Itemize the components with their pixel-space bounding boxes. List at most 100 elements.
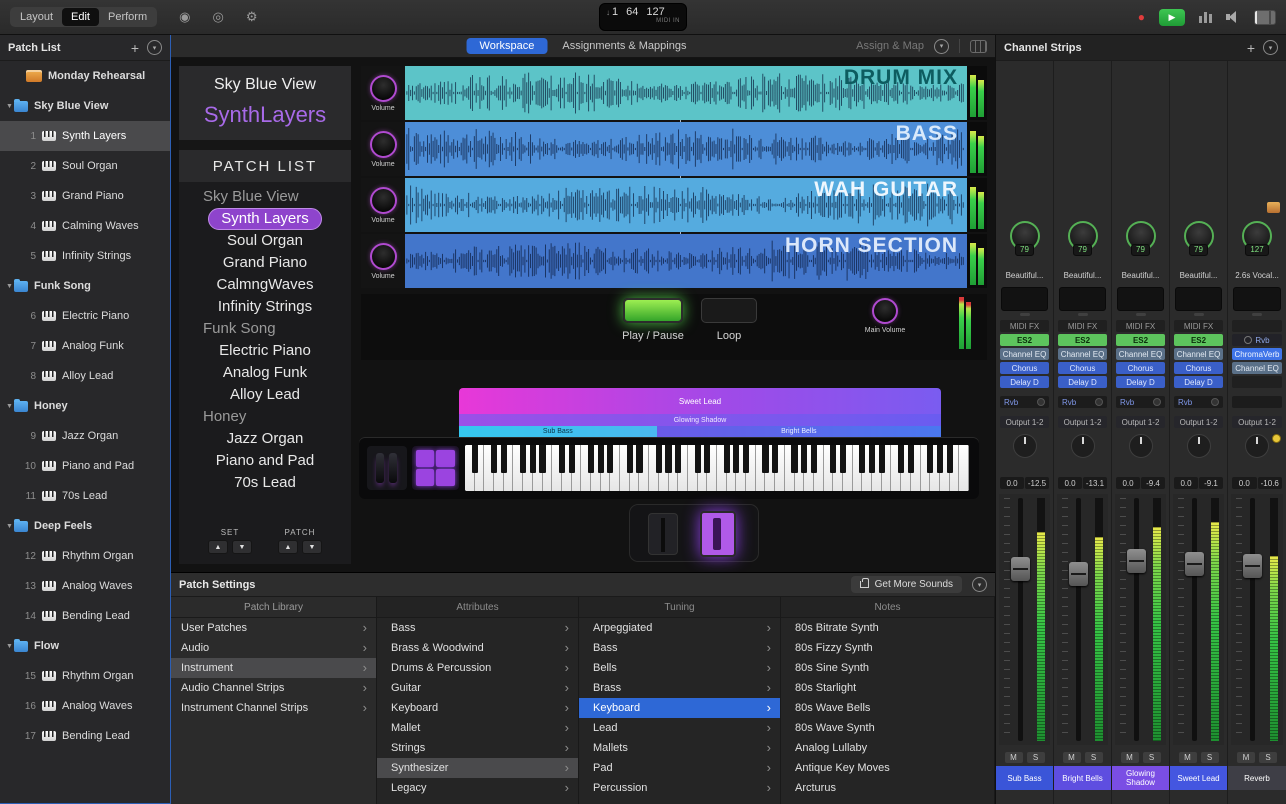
pan-knob[interactable]: [1129, 434, 1153, 458]
send-level-knob[interactable]: [1037, 398, 1045, 406]
output-slot[interactable]: Output 1-2: [1058, 416, 1107, 428]
add-channel-strip-button[interactable]: +: [1247, 43, 1255, 53]
channel-strip[interactable]: 79 Beautiful... MIDI FX ES2 Channel EQ C…: [1054, 61, 1112, 804]
channel-strip[interactable]: 79 Beautiful... MIDI FX ES2 Channel EQ C…: [1170, 61, 1228, 804]
notes-item[interactable]: 80s Fizzy Synth ›: [781, 638, 994, 658]
panel-patch-item[interactable]: Honey: [179, 406, 351, 428]
pitch-wheel[interactable]: [376, 453, 384, 483]
add-patch-button[interactable]: +: [131, 43, 139, 53]
speaker-icon[interactable]: [1226, 11, 1240, 23]
monitor-icon[interactable]: ◎: [212, 9, 223, 25]
attributes-item[interactable]: Strings ›: [377, 738, 578, 758]
attributes-item[interactable]: Drums & Percussion ›: [377, 658, 578, 678]
sustain-pedal[interactable]: [700, 511, 736, 557]
attributes-item[interactable]: Mallet ›: [377, 718, 578, 738]
notes-item[interactable]: Antique Key Moves ›: [781, 758, 994, 778]
plugin-display[interactable]: [1117, 287, 1164, 311]
tuning-item[interactable]: Percussion ›: [579, 778, 780, 798]
midi-fx-slot[interactable]: MIDI FX: [1000, 320, 1049, 332]
audio-fx-slot-3[interactable]: Delay D: [1174, 376, 1223, 388]
audio-fx-slot-2[interactable]: Chorus: [1058, 362, 1107, 374]
send-slot[interactable]: Rvb: [1174, 396, 1223, 408]
mode-button[interactable]: Edit: [62, 8, 99, 26]
patch-settings-action-menu[interactable]: ▾: [972, 577, 987, 592]
main-volume-knob[interactable]: [872, 298, 898, 324]
set-up-button[interactable]: ▲: [208, 540, 228, 554]
fader-cap[interactable]: [1069, 562, 1088, 586]
track-volume-knob[interactable]: [370, 187, 397, 214]
mute-button[interactable]: M: [1063, 752, 1081, 763]
disclosure-triangle-icon[interactable]: ▼: [0, 403, 14, 410]
panel-patch-item[interactable]: CalmngWaves: [179, 274, 351, 296]
notes-item[interactable]: Analog Lullaby ›: [781, 738, 994, 758]
send-slot[interactable]: Rvb: [1116, 396, 1165, 408]
mode-button[interactable]: Perform: [99, 8, 156, 26]
attributes-item[interactable]: Keyboard ›: [377, 698, 578, 718]
pan-knob[interactable]: [1187, 434, 1211, 458]
channel-fader[interactable]: [999, 494, 1050, 745]
attributes-item[interactable]: Guitar ›: [377, 678, 578, 698]
attributes-item[interactable]: Synthesizer ›: [377, 758, 578, 778]
notes-item[interactable]: 80s Starlight ›: [781, 678, 994, 698]
plugin-display[interactable]: [1001, 287, 1048, 311]
fader-cap[interactable]: [1243, 554, 1262, 578]
panel-patch-item[interactable]: Synth Layers: [179, 208, 351, 230]
mute-button[interactable]: M: [1179, 752, 1197, 763]
patch-list-item[interactable]: ▼ 13 Analog Waves: [0, 571, 170, 601]
patch-up-button[interactable]: ▲: [278, 540, 298, 554]
attributes-item[interactable]: Legacy ›: [377, 778, 578, 798]
send-level-knob[interactable]: [1153, 398, 1161, 406]
track-volume-knob[interactable]: [370, 243, 397, 270]
disclosure-triangle-icon[interactable]: ▼: [0, 103, 14, 110]
disclosure-triangle-icon[interactable]: ▼: [0, 643, 14, 650]
notes-item[interactable]: Arcturus ›: [781, 778, 994, 798]
media-icon[interactable]: [1267, 202, 1280, 213]
workspace-tab[interactable]: Assignments & Mappings: [549, 38, 699, 54]
send-level-knob[interactable]: [1211, 398, 1219, 406]
patch-list-item[interactable]: ▼ Honey: [0, 391, 170, 421]
instrument-slot[interactable]: ES2: [1058, 334, 1107, 346]
patch-list-item[interactable]: ▼ 2 Soul Organ: [0, 151, 170, 181]
mode-button[interactable]: Layout: [11, 8, 62, 26]
channel-fader[interactable]: [1231, 494, 1283, 745]
audio-fx-slot-1[interactable]: Channel EQ: [1058, 348, 1107, 360]
panel-patch-item[interactable]: Infinity Strings: [179, 296, 351, 318]
midi-fx-slot[interactable]: MIDI FX: [1058, 320, 1107, 332]
pan-knob[interactable]: [1071, 434, 1095, 458]
audio-fx-slot-2[interactable]: Channel EQ: [1232, 362, 1282, 374]
audio-track[interactable]: Volume DRUM MIX: [361, 66, 987, 120]
get-more-sounds-button[interactable]: Get More Sounds: [851, 576, 962, 593]
track-waveform-area[interactable]: DRUM MIX: [405, 66, 967, 120]
patch-list-item[interactable]: ▼ Sky Blue View: [0, 91, 170, 121]
send-level-knob[interactable]: [1095, 398, 1103, 406]
channel-strip[interactable]: 79 Beautiful... MIDI FX ES2 Channel EQ C…: [1112, 61, 1170, 804]
output-slot[interactable]: Output 1-2: [1000, 416, 1049, 428]
drum-pads[interactable]: [412, 446, 460, 490]
layer-sweet-lead[interactable]: Sweet Lead: [459, 388, 941, 414]
audio-fx-slot-2[interactable]: Chorus: [1000, 362, 1049, 374]
solo-button[interactable]: S: [1027, 752, 1045, 763]
output-slot[interactable]: Output 1-2: [1232, 416, 1282, 428]
mod-wheel[interactable]: [389, 453, 397, 483]
library-item[interactable]: Instrument Channel Strips ›: [171, 698, 376, 718]
layer-bright-bells[interactable]: Bright Bells: [657, 426, 941, 437]
patch-list-item[interactable]: ▼ Flow: [0, 631, 170, 661]
fader-cap[interactable]: [1127, 549, 1146, 573]
audio-track[interactable]: Volume HORN SECTION: [361, 234, 987, 288]
audio-fx-slot-3[interactable]: [1232, 376, 1282, 388]
solo-button[interactable]: S: [1085, 752, 1103, 763]
fader-cap[interactable]: [1185, 552, 1204, 576]
fader-track[interactable]: [1192, 498, 1197, 741]
patch-list-item[interactable]: ▼ 7 Analog Funk: [0, 331, 170, 361]
record-button[interactable]: ●: [1138, 10, 1145, 24]
play-button[interactable]: ▶: [1159, 9, 1185, 26]
panel-patch-item[interactable]: Piano and Pad: [179, 450, 351, 472]
strip-name[interactable]: Bright Bells: [1054, 766, 1111, 790]
pan-knob[interactable]: [1245, 434, 1269, 458]
channel-strip[interactable]: 127 2.6s Vocal... Rvb ChromaVerb Channel…: [1228, 61, 1286, 804]
solo-button[interactable]: S: [1259, 752, 1277, 763]
workspace-tab[interactable]: Workspace: [467, 38, 548, 54]
audio-fx-slot-1[interactable]: Channel EQ: [1116, 348, 1165, 360]
patch-list-item[interactable]: ▼ Monday Rehearsal: [0, 61, 170, 91]
track-waveform-area[interactable]: HORN SECTION: [405, 234, 967, 288]
